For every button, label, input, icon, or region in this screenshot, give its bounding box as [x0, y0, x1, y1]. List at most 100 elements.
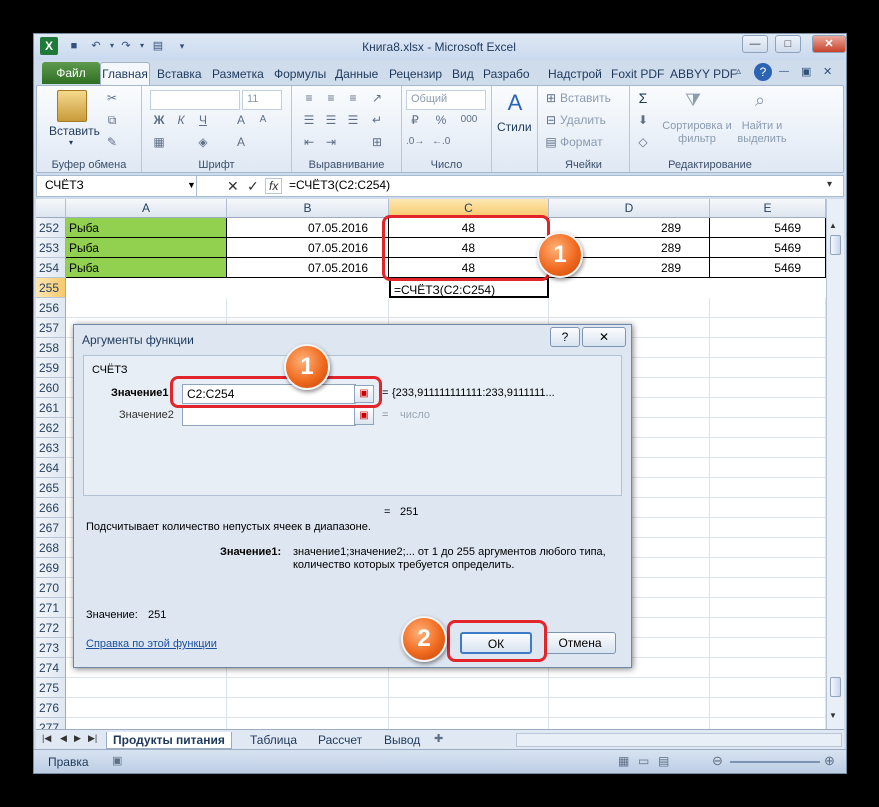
tab-insert[interactable]: Вставка	[157, 65, 202, 85]
table-cell[interactable]	[227, 298, 389, 318]
name-box[interactable]: СЧЁТЗ	[37, 176, 197, 196]
prev-sheet-icon[interactable]: ◀	[60, 733, 67, 744]
table-cell[interactable]	[710, 638, 826, 658]
font-color-icon[interactable]: A	[232, 134, 250, 150]
insert-cells-button[interactable]: Вставить	[560, 91, 611, 105]
last-sheet-icon[interactable]: ▶|	[88, 733, 97, 744]
table-cell[interactable]	[710, 478, 826, 498]
wrap-text-icon[interactable]: ↵	[368, 112, 386, 128]
row-header[interactable]: 255	[36, 278, 66, 298]
sheet-tab-table[interactable]: Таблица	[244, 732, 303, 749]
percent-button[interactable]: %	[432, 112, 450, 128]
table-cell[interactable]: 5469	[710, 238, 826, 258]
table-cell[interactable]	[710, 438, 826, 458]
active-cell[interactable]: =СЧЁТЗ(C2:C254)	[389, 278, 549, 298]
row-header[interactable]: 256	[36, 298, 66, 318]
table-cell[interactable]	[710, 698, 826, 718]
styles-button[interactable]: Стили	[497, 120, 532, 134]
first-sheet-icon[interactable]: |◀	[42, 733, 51, 744]
workbook-restore-icon[interactable]: ▣	[801, 65, 811, 78]
cancel-button[interactable]: Отмена	[544, 632, 616, 654]
tab-developer[interactable]: Разрабо	[483, 65, 530, 85]
table-cell[interactable]	[710, 378, 826, 398]
table-cell[interactable]	[710, 398, 826, 418]
close-button[interactable]: ✕	[812, 35, 846, 53]
bold-button[interactable]: Ж	[150, 112, 168, 128]
row-header[interactable]: 265	[36, 478, 66, 498]
row-header[interactable]: 252	[36, 218, 66, 238]
macro-record-icon[interactable]: ▣	[112, 754, 122, 767]
copy-icon[interactable]: ⧉	[103, 112, 121, 128]
tab-foxit-pdf[interactable]: Foxit PDF	[611, 65, 664, 85]
italic-button[interactable]: К	[172, 112, 190, 128]
paste-icon[interactable]	[57, 90, 87, 122]
column-header-e[interactable]: E	[710, 199, 826, 218]
undo-icon[interactable]: ↶	[88, 38, 104, 54]
cut-icon[interactable]: ✂	[103, 90, 121, 106]
merge-cells-icon[interactable]: ⊞	[368, 134, 386, 150]
table-cell[interactable]	[710, 338, 826, 358]
borders-icon[interactable]: ▦	[150, 134, 168, 150]
table-cell[interactable]	[710, 498, 826, 518]
row-header[interactable]: 266	[36, 498, 66, 518]
zoom-in-icon[interactable]: ⊕	[824, 753, 835, 769]
sheet-tab-products[interactable]: Продукты питания	[106, 732, 232, 749]
page-break-view-icon[interactable]: ▤	[658, 754, 669, 768]
table-cell[interactable]: 07.05.2016	[227, 218, 389, 238]
find-select-icon[interactable]: ⌕	[747, 90, 773, 116]
scroll-thumb[interactable]	[830, 235, 841, 255]
table-cell[interactable]	[549, 698, 710, 718]
tab-data[interactable]: Данные	[335, 65, 378, 85]
table-cell[interactable]: Рыба	[66, 258, 227, 278]
confirm-entry-icon[interactable]: ✓	[247, 178, 259, 195]
delete-cells-button[interactable]: Удалить	[560, 113, 606, 127]
table-cell[interactable]	[389, 298, 549, 318]
align-center-icon[interactable]: ☰	[322, 112, 340, 128]
workbook-min-icon[interactable]: —	[779, 66, 789, 77]
increase-indent-icon[interactable]: ⇥	[322, 134, 340, 150]
row-header[interactable]: 257	[36, 318, 66, 338]
new-sheet-icon[interactable]: ✚	[434, 732, 443, 745]
help-icon[interactable]: ?	[754, 63, 772, 81]
table-cell[interactable]	[389, 678, 549, 698]
formula-input[interactable]: =СЧЁТЗ(C2:C254)	[289, 178, 390, 192]
vertical-scrollbar[interactable]: ▲ ▼	[826, 199, 844, 729]
insert-function-icon[interactable]: fx	[265, 178, 283, 194]
table-cell[interactable]: 07.05.2016	[227, 238, 389, 258]
help-link[interactable]: Справка по этой функции	[86, 638, 217, 650]
arg2-collapse-icon[interactable]: ▣	[354, 407, 374, 425]
thousands-button[interactable]: 000	[456, 112, 482, 128]
column-header-a[interactable]: A	[66, 199, 227, 218]
row-header[interactable]: 269	[36, 558, 66, 578]
row-header[interactable]: 260	[36, 378, 66, 398]
dialog-help-button[interactable]: ?	[550, 327, 580, 347]
table-cell[interactable]	[710, 318, 826, 338]
format-painter-icon[interactable]: ✎	[103, 134, 121, 150]
table-cell[interactable]	[710, 598, 826, 618]
table-cell[interactable]	[66, 298, 227, 318]
hscroll-bar[interactable]	[516, 733, 842, 747]
select-all-corner[interactable]	[36, 199, 66, 218]
table-cell[interactable]: Рыба	[66, 238, 227, 258]
tab-abbyy-pdf[interactable]: ABBYY PDF	[670, 65, 737, 85]
scroll-up-icon[interactable]: ▲	[829, 221, 837, 230]
scroll-thumb-bottom[interactable]	[830, 677, 841, 697]
name-box-dropdown-icon[interactable]: ▼	[187, 180, 196, 190]
row-header[interactable]: 253	[36, 238, 66, 258]
row-header[interactable]: 272	[36, 618, 66, 638]
shrink-font-icon[interactable]: A	[254, 112, 272, 128]
tab-addins[interactable]: Надстрой	[548, 65, 602, 85]
table-cell[interactable]	[710, 558, 826, 578]
table-cell[interactable]	[389, 698, 549, 718]
font-size-field[interactable]: 11	[242, 90, 282, 110]
table-cell[interactable]: 07.05.2016	[227, 258, 389, 278]
align-middle-icon[interactable]: ≡	[322, 90, 340, 106]
table-cell[interactable]	[227, 678, 389, 698]
table-cell[interactable]	[66, 678, 227, 698]
fill-color-icon[interactable]: ◈	[194, 134, 212, 150]
underline-button[interactable]: Ч	[194, 112, 212, 128]
clear-icon[interactable]: ◇	[634, 134, 652, 150]
table-cell[interactable]	[710, 458, 826, 478]
sort-filter-button[interactable]: Сортировка и фильтр	[662, 120, 732, 146]
customize-qat-icon[interactable]: ▾	[174, 38, 190, 54]
